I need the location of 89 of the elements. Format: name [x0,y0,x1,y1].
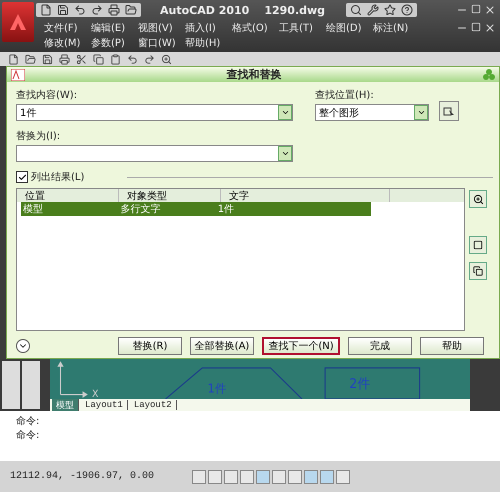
cursor-icon [443,105,455,117]
dropdown-icon [414,105,428,120]
new-file-icon[interactable] [40,4,52,16]
snap-toggle-icon[interactable] [272,470,286,484]
clover-icon [483,68,495,80]
app-logo-icon [11,68,25,80]
find-field[interactable]: 1件 [16,104,293,121]
menu-item[interactable]: 窗口(W) [138,36,185,50]
snap-toggle-icon[interactable] [192,470,206,484]
print-icon[interactable] [59,54,70,64]
zoom-icon[interactable] [161,54,172,64]
selection-button[interactable] [469,236,487,254]
command-line: 命令: [16,429,40,442]
zoom-button[interactable] [469,190,487,208]
restore-icon[interactable] [471,22,481,32]
layout-tab[interactable]: Layout2 [130,400,177,410]
redo-icon[interactable] [144,54,155,64]
menu-item[interactable]: 参数(P) [91,36,138,50]
snap-toggle-icon[interactable] [336,470,350,484]
snap-toggle-icon[interactable] [304,470,318,484]
menu-item[interactable]: 绘图(D) [326,20,373,34]
snap-toggle-icon[interactable] [256,470,270,484]
copy-icon [473,266,483,276]
replace-field[interactable] [16,145,293,162]
save-icon[interactable] [42,54,53,64]
snap-toggle-icon[interactable] [288,470,302,484]
axis-label: X [92,388,98,399]
cut-icon[interactable] [76,54,87,64]
dialog-button[interactable]: 全部替换(A) [190,337,254,355]
expand-button[interactable] [16,339,30,353]
menu-item[interactable]: 格式(O) [232,20,279,34]
menu-item[interactable]: 工具(T) [279,20,326,34]
close-icon[interactable] [484,4,496,16]
layout-tab[interactable]: 模型 [52,398,79,412]
selection-button[interactable] [469,262,487,280]
drawing-text: 2件 [349,376,370,392]
dialog-button[interactable]: 完成 [348,337,412,355]
menu-item[interactable]: 修改(M) [44,36,91,50]
paste-icon[interactable] [110,54,121,64]
help-icon[interactable] [401,4,414,16]
folder-icon[interactable] [125,4,137,16]
file-name: 1290.dwg [264,4,326,16]
undo-icon[interactable] [74,4,86,16]
wrench-icon[interactable] [367,4,380,16]
snap-toggle-icon[interactable] [224,470,238,484]
folder-icon[interactable] [25,54,36,64]
maximize-icon[interactable] [471,4,481,14]
app-title: AutoCAD 2010 [160,4,250,16]
select-objects-button[interactable] [439,101,459,121]
dialog-button[interactable]: 帮助 [420,337,484,355]
checkbox-label: 列出结果(L) [31,170,84,184]
result-row[interactable]: 模型 多行文字 1件 [21,202,371,216]
command-line: 命令: [16,415,40,428]
checkbox[interactable] [16,171,28,183]
field-label: 替换为(I): [16,130,62,143]
snap-toggle-icon[interactable] [320,470,334,484]
tool-palette [2,361,20,409]
menu-item[interactable]: 帮助(H) [185,36,232,50]
square-icon [473,240,483,250]
menu-item[interactable]: 插入(I) [185,20,232,34]
snap-toggle-icon[interactable] [240,470,254,484]
dropdown-icon [278,146,292,161]
menu-item[interactable]: 文件(F) [44,20,91,34]
menu-item[interactable]: 视图(V) [138,20,185,34]
menu-item[interactable]: 编辑(E) [91,20,138,34]
tool-palette [22,361,40,409]
layout-tab[interactable]: Layout1 [81,400,128,410]
dialog-button[interactable]: 查找下一个(N) [262,337,340,355]
ucs-axis-icon [57,361,88,398]
dialog-button[interactable]: 替换(R) [118,337,182,355]
save-icon[interactable] [57,4,69,16]
close-icon[interactable] [484,22,496,34]
new-file-icon[interactable] [8,54,19,64]
snap-toggle-icon[interactable] [208,470,222,484]
menu-item[interactable]: 标注(N) [373,20,420,34]
drawing-text: 1件 [208,381,226,396]
dialog-title: 查找和替换 [226,67,282,82]
undo-icon[interactable] [127,54,138,64]
coordinates: 12112.94, -1906.97, 0.00 [10,471,154,482]
star-icon[interactable] [384,4,396,16]
zoom-icon [472,194,484,204]
location-select[interactable]: 整个图形 [315,104,429,121]
field-label: 查找位置(H): [315,88,375,102]
field-label: 查找内容(W): [16,88,78,102]
print-icon[interactable] [108,4,120,16]
dropdown-icon [278,105,292,120]
redo-icon[interactable] [91,4,103,16]
app-logo-icon[interactable] [2,2,34,42]
copy-icon[interactable] [93,54,104,64]
